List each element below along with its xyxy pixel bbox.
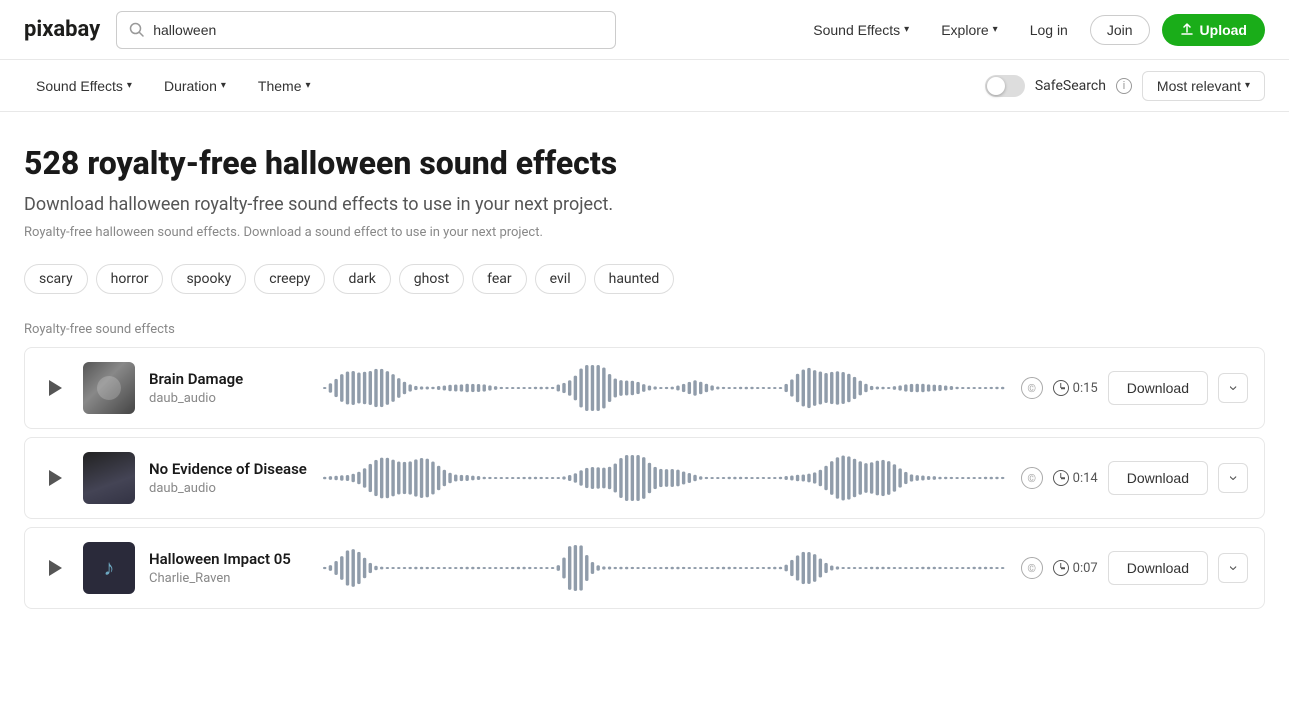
sound-effects-nav[interactable]: Sound Effects ▾ — [803, 16, 919, 44]
more-options-button[interactable]: › — [1218, 463, 1248, 493]
safe-search-toggle[interactable] — [985, 75, 1025, 97]
sound-author[interactable]: Charlie_Raven — [149, 571, 309, 586]
play-button[interactable] — [41, 374, 69, 402]
license-icon: © — [1021, 467, 1043, 489]
toggle-knob — [987, 77, 1005, 95]
tag-item[interactable]: dark — [333, 264, 390, 294]
waveform[interactable] — [323, 362, 1007, 414]
sort-button[interactable]: Most relevant ▾ — [1142, 71, 1265, 101]
sound-item: Brain Damage daub_audio © 0:15 Download › — [24, 347, 1265, 429]
chevron-down-icon: ▾ — [305, 80, 310, 91]
download-button[interactable]: Download — [1108, 551, 1208, 585]
page-title: 528 royalty-free halloween sound effects — [24, 144, 1265, 182]
sound-duration: 0:14 — [1053, 470, 1098, 486]
tag-item[interactable]: fear — [472, 264, 527, 294]
page-description: Royalty-free halloween sound effects. Do… — [24, 225, 1265, 240]
clock-icon — [1053, 380, 1069, 396]
sound-meta: © 0:14 Download › — [1021, 461, 1248, 495]
sound-info: Brain Damage daub_audio — [149, 370, 309, 406]
upload-icon — [1180, 23, 1194, 37]
sound-info: No Evidence of Disease daub_audio — [149, 460, 309, 496]
play-button[interactable] — [41, 464, 69, 492]
info-icon[interactable]: i — [1116, 78, 1132, 94]
music-note-icon: ♪ — [104, 555, 115, 581]
sound-meta: © 0:15 Download › — [1021, 371, 1248, 405]
clock-icon — [1053, 560, 1069, 576]
play-icon — [49, 470, 62, 486]
sound-author[interactable]: daub_audio — [149, 391, 309, 406]
search-bar — [116, 11, 616, 49]
tag-item[interactable]: creepy — [254, 264, 325, 294]
sound-effects-filter[interactable]: Sound Effects ▾ — [24, 72, 144, 100]
tag-item[interactable]: ghost — [399, 264, 464, 294]
license-icon: © — [1021, 377, 1043, 399]
tag-item[interactable]: spooky — [171, 264, 246, 294]
safe-search-label: SafeSearch — [1035, 78, 1106, 94]
waveform[interactable] — [323, 542, 1007, 594]
search-input[interactable] — [153, 22, 603, 38]
login-button[interactable]: Log in — [1020, 16, 1078, 44]
join-button[interactable]: Join — [1090, 15, 1150, 45]
tag-item[interactable]: horror — [96, 264, 164, 294]
waveform[interactable] — [323, 452, 1007, 504]
more-options-button[interactable]: › — [1218, 373, 1248, 403]
sound-duration: 0:15 — [1053, 380, 1098, 396]
chevron-down-icon: ▾ — [904, 24, 909, 35]
download-button[interactable]: Download — [1108, 371, 1208, 405]
explore-nav[interactable]: Explore ▾ — [931, 16, 1008, 44]
header: pixabay Sound Effects ▾ Explore ▾ Log in… — [0, 0, 1289, 60]
clock-icon — [1053, 470, 1069, 486]
main-content: 528 royalty-free halloween sound effects… — [0, 112, 1289, 641]
sound-item: ♪ Halloween Impact 05 Charlie_Raven © 0:07 Do… — [24, 527, 1265, 609]
play-icon — [49, 380, 62, 396]
sound-item: No Evidence of Disease daub_audio © 0:14 Dow… — [24, 437, 1265, 519]
upload-button[interactable]: Upload — [1162, 14, 1265, 46]
duration-filter[interactable]: Duration ▾ — [152, 72, 238, 100]
sound-info: Halloween Impact 05 Charlie_Raven — [149, 550, 309, 586]
nav-right: Sound Effects ▾ Explore ▾ Log in Join Up… — [803, 14, 1265, 46]
sound-thumbnail — [83, 362, 135, 414]
chevron-down-icon: ▾ — [127, 80, 132, 91]
license-icon: © — [1021, 557, 1043, 579]
more-options-button[interactable]: › — [1218, 553, 1248, 583]
sound-duration: 0:07 — [1053, 560, 1098, 576]
sound-title[interactable]: Halloween Impact 05 — [149, 550, 309, 568]
download-button[interactable]: Download — [1108, 461, 1208, 495]
sound-author[interactable]: daub_audio — [149, 481, 309, 496]
filter-right: SafeSearch i Most relevant ▾ — [985, 71, 1265, 101]
sound-title[interactable]: Brain Damage — [149, 370, 309, 388]
sound-thumbnail: ♪ — [83, 542, 135, 594]
theme-filter[interactable]: Theme ▾ — [246, 72, 323, 100]
search-icon — [129, 22, 145, 38]
sound-thumbnail — [83, 452, 135, 504]
tag-item[interactable]: scary — [24, 264, 88, 294]
sound-meta: © 0:07 Download › — [1021, 551, 1248, 585]
tag-list: scary horrorspooky creepy dark ghost fear evil… — [24, 264, 1265, 294]
chevron-down-icon: ▾ — [221, 80, 226, 91]
logo[interactable]: pixabay — [24, 17, 100, 42]
chevron-down-icon: ▾ — [1245, 80, 1250, 91]
section-label: Royalty-free sound effects — [24, 322, 1265, 337]
tag-item[interactable]: haunted — [594, 264, 675, 294]
tag-item[interactable]: evil — [535, 264, 586, 294]
play-button[interactable] — [41, 554, 69, 582]
chevron-down-icon: ▾ — [993, 24, 998, 35]
page-subtitle: Download halloween royalty-free sound ef… — [24, 194, 1265, 215]
sound-list: Brain Damagedaub_audio©0:15Download›No E… — [24, 347, 1265, 617]
filter-bar: Sound Effects ▾ Duration ▾ Theme ▾ SafeS… — [0, 60, 1289, 112]
play-icon — [49, 560, 62, 576]
sound-title[interactable]: No Evidence of Disease — [149, 460, 309, 478]
